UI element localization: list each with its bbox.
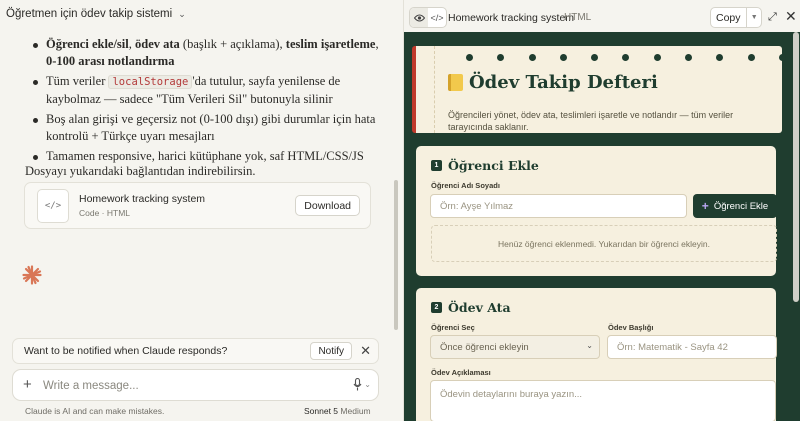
notify-button[interactable]: Notify — [310, 342, 352, 360]
notebook-icon — [448, 74, 463, 91]
binder-rings — [466, 54, 786, 61]
section-title: Ödev Ata — [448, 300, 511, 315]
artifact-meta: Code · HTML — [79, 208, 131, 218]
app-header: Ödev Takip Defteri Öğrencileri yönet, öd… — [412, 46, 786, 133]
list-item: Tüm veriler localStorage'da tutulur, say… — [33, 73, 380, 108]
eye-icon[interactable] — [410, 8, 428, 27]
claude-logo-icon — [22, 265, 42, 290]
model-selector[interactable]: Sonnet 5 Medium — [304, 406, 371, 416]
artifact-preview: Ödev Takip Defteri Öğrencileri yönet, öd… — [404, 32, 800, 421]
homework-desc-label: Ödev Açıklaması — [431, 368, 491, 377]
chat-pane: Öğretmen için ödev takip sistemi ⌄ Öğren… — [0, 0, 400, 421]
notify-banner: Want to be notified when Claude responds… — [12, 338, 379, 364]
add-student-button[interactable]: + Öğrenci Ekle — [693, 194, 777, 218]
view-toggle[interactable]: </> — [409, 7, 447, 28]
student-name-input[interactable] — [430, 194, 687, 218]
homework-title-label: Ödev Başlığı — [608, 323, 654, 332]
expand-icon[interactable]: ⤢ — [768, 11, 777, 24]
ring — [716, 54, 724, 61]
list-item: Boş alan girişi ve geçersiz not (0-100 d… — [33, 111, 380, 145]
app-title: Ödev Takip Defteri — [448, 72, 658, 93]
artifact-pane: </> Homework tracking system HTML Copy ▼… — [403, 0, 800, 421]
homework-desc-textarea[interactable]: Ödevin detaylarını buraya yazın... — [430, 380, 776, 421]
text: (başlık + açıklama), — [179, 37, 286, 51]
step-badge: 2 — [431, 302, 442, 313]
message-composer: + ⌄ — [12, 369, 379, 401]
code-icon[interactable]: </> — [428, 8, 446, 27]
close-icon[interactable]: ✕ — [360, 343, 371, 359]
chevron-down-icon[interactable]: ▼ — [746, 8, 761, 27]
message-input[interactable] — [43, 377, 323, 395]
artifact-toolbar: </> Homework tracking system HTML Copy ▼… — [404, 5, 800, 31]
ring — [497, 54, 505, 61]
preview-scrollbar[interactable] — [793, 32, 799, 302]
code-file-icon: </> — [37, 189, 69, 223]
bold-text: Öğrenci ekle/sil — [46, 37, 129, 51]
artifact-title: Homework tracking system — [448, 12, 575, 24]
list-item: Öğrenci ekle/sil, ödev ata (başlık + açı… — [33, 36, 380, 70]
ring — [778, 54, 786, 61]
section-heading: 1 Öğrenci Ekle — [431, 158, 539, 173]
add-student-label: Öğrenci Ekle — [713, 200, 769, 212]
artifact-type: HTML — [564, 12, 592, 23]
notify-text: Want to be notified when Claude responds… — [24, 345, 228, 357]
ring — [528, 54, 536, 61]
add-student-card: 1 Öğrenci Ekle Öğrenci Adı Soyadı + Öğre… — [416, 146, 777, 276]
student-name-label: Öğrenci Adı Soyadı — [431, 181, 500, 190]
inline-code: localStorage — [108, 75, 193, 89]
conversation-title-text: Öğretmen için ödev takip sistemi — [6, 8, 173, 20]
section-heading: 2 Ödev Ata — [431, 300, 511, 315]
artifact-card[interactable]: </> Homework tracking system Code · HTML… — [24, 182, 371, 229]
ring — [685, 54, 693, 61]
plus-icon: + — [701, 199, 709, 213]
ring — [466, 54, 473, 61]
close-icon[interactable]: ✕ — [785, 8, 797, 25]
app-subtitle: Öğrencileri yönet, ödev ata, teslimleri … — [448, 110, 734, 132]
assign-homework-card: 2 Ödev Ata Öğrenci Seç Önce öğrenci ekle… — [416, 288, 777, 421]
student-select-label: Öğrenci Seç — [431, 323, 475, 332]
model-name: Sonnet 5 — [304, 406, 339, 416]
message-paragraph: Dosyayı yukarıdaki bağlantıdan indirebil… — [25, 164, 256, 178]
chat-scrollbar[interactable] — [394, 180, 398, 330]
ring — [653, 54, 661, 61]
feature-list: Öğrenci ekle/sil, ödev ata (başlık + açı… — [33, 36, 380, 165]
margin-line — [434, 46, 435, 133]
chevron-down-icon: ⌄ — [178, 8, 186, 19]
artifact-name: Homework tracking system — [79, 193, 206, 205]
model-mode: Medium — [340, 406, 371, 416]
app-title-text: Ödev Takip Defteri — [469, 72, 658, 93]
student-select[interactable]: Önce öğrenci ekleyin ⌄ — [430, 335, 600, 359]
plus-icon[interactable]: + — [23, 377, 32, 393]
download-button[interactable]: Download — [295, 195, 360, 216]
chevron-down-icon: ⌄ — [586, 341, 593, 350]
copy-label: Copy — [716, 11, 741, 24]
ring — [747, 54, 755, 61]
ring — [591, 54, 599, 61]
student-select-value: Önce öğrenci ekleyin — [440, 341, 529, 353]
disclaimer: Claude is AI and can make mistakes. — [25, 406, 165, 416]
conversation-title[interactable]: Öğretmen için ödev takip sistemi ⌄ — [6, 8, 186, 20]
ring — [559, 54, 567, 61]
section-title: Öğrenci Ekle — [448, 158, 539, 173]
empty-state: Henüz öğrenci eklenmedi. Yukarıdan bir ö… — [431, 225, 777, 262]
microphone-icon[interactable] — [353, 377, 362, 396]
chevron-down-icon[interactable]: ⌄ — [364, 380, 371, 389]
bold-text: ödev ata — [135, 37, 180, 51]
assistant-message: Öğrenci ekle/sil, ödev ata (başlık + açı… — [25, 36, 380, 178]
step-badge: 1 — [431, 160, 442, 171]
bold-text: teslim işaretleme — [285, 37, 376, 51]
bold-text: 0-100 arası notlandırma — [46, 54, 175, 68]
homework-title-input[interactable] — [607, 335, 777, 359]
ring — [622, 54, 630, 61]
copy-button[interactable]: Copy ▼ — [710, 7, 762, 28]
text: , — [375, 37, 379, 51]
text: Tüm veriler — [46, 74, 109, 88]
